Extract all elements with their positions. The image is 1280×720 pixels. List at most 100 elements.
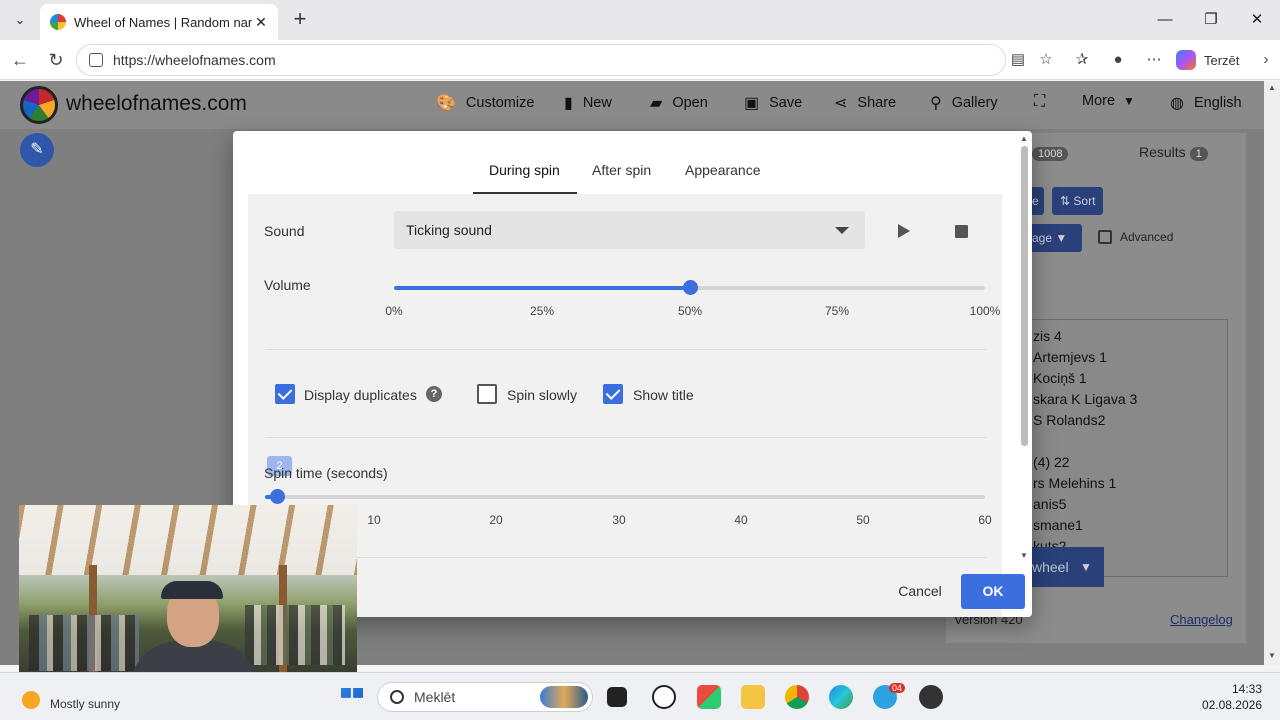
play-sound-icon[interactable] xyxy=(898,224,910,238)
weather-text[interactable]: Mostly sunny xyxy=(50,697,120,711)
back-icon[interactable]: ← xyxy=(8,48,32,72)
help-icon[interactable]: ? xyxy=(426,386,442,402)
close-window-icon[interactable]: ✕ xyxy=(1242,8,1272,32)
nav-open[interactable]: ▰ Open xyxy=(650,93,708,113)
edit-title-button[interactable]: ✎ xyxy=(20,133,54,167)
pencil-icon: ✎ xyxy=(30,141,44,158)
clock-time: 14:33 xyxy=(1231,682,1262,696)
names-textarea[interactable]: zis 4 Artemjevs 1 Kociņš 1 skara K Ligav… xyxy=(1022,319,1228,577)
nav-language[interactable]: ◍ English xyxy=(1170,93,1242,113)
windows-start-icon[interactable] xyxy=(341,688,363,698)
site-brand[interactable]: wheelofnames.com xyxy=(66,92,247,116)
nav-customize[interactable]: 🎨 Customize xyxy=(436,93,534,113)
profile-avatar-icon[interactable]: ● xyxy=(1108,50,1128,70)
tab-appearance[interactable]: Appearance xyxy=(685,162,761,178)
globe-icon: ◍ xyxy=(1170,95,1184,112)
nav-fullscreen[interactable]: ⛶ xyxy=(1034,93,1055,111)
nav-share[interactable]: ⋖ Share xyxy=(834,93,896,113)
wheel-menu-button[interactable]: ▼ xyxy=(1072,547,1104,587)
reading-view-icon[interactable]: ▤ xyxy=(1008,50,1028,70)
wheel-logo-icon[interactable] xyxy=(20,86,58,124)
tab-strip: ⌄ Wheel of Names | Random name p ✕ + — ❐… xyxy=(0,0,1280,40)
tab-after-spin[interactable]: After spin xyxy=(592,162,651,178)
minimize-icon[interactable]: — xyxy=(1150,8,1180,32)
reload-icon[interactable]: ↻ xyxy=(44,48,68,72)
clock-date: 02.08.2026 xyxy=(1201,698,1262,712)
copilot-icon xyxy=(1176,50,1196,70)
entries-count-badge[interactable]: 1008 xyxy=(1028,144,1069,161)
volume-tick: 75% xyxy=(824,304,850,318)
telegram-badge: 04 xyxy=(889,683,906,693)
taskbar-search[interactable]: Meklēt xyxy=(377,682,593,712)
save-icon: ▣ xyxy=(744,95,760,112)
browser-tab[interactable]: Wheel of Names | Random name p ✕ xyxy=(40,4,278,40)
obs-icon[interactable] xyxy=(919,685,943,709)
site-header: wheelofnames.com 🎨 Customize ▮ New ▰ Open ▣… xyxy=(0,81,1264,129)
edge-icon[interactable] xyxy=(829,685,853,709)
close-tab-icon[interactable]: ✕ xyxy=(252,14,270,31)
scroll-up-icon[interactable]: ▲ xyxy=(1268,83,1276,92)
favorite-star-icon[interactable]: ☆ xyxy=(1036,50,1056,70)
more-menu-icon[interactable]: ⋯ xyxy=(1144,50,1164,70)
chatgpt-icon[interactable] xyxy=(652,685,676,709)
ok-button[interactable]: OK xyxy=(961,574,1025,609)
add-image-button[interactable]: age ▼ xyxy=(1024,224,1082,252)
nav-new[interactable]: ▮ New xyxy=(564,93,612,113)
tab-during-spin[interactable]: During spin xyxy=(489,162,560,178)
volume-tick: 50% xyxy=(677,304,703,318)
dialog-scrollbar[interactable] xyxy=(1021,146,1028,446)
tab-results[interactable]: Results 1 xyxy=(1139,144,1208,161)
address-bar-row: ← ↻ https://wheelofnames.com ▤ ☆ ✰ ● ⋯ T… xyxy=(0,40,1280,80)
copilot-button[interactable]: Terzēt xyxy=(1176,46,1239,74)
spin-time-tick: 60 xyxy=(978,513,992,527)
sidebar-chevron-icon[interactable]: › xyxy=(1256,50,1276,70)
store-icon[interactable] xyxy=(697,685,721,709)
weather-sun-icon[interactable] xyxy=(22,691,40,709)
stop-sound-icon[interactable] xyxy=(955,225,968,238)
volume-slider-thumb[interactable] xyxy=(682,280,698,295)
folder-icon: ▰ xyxy=(650,95,663,112)
favorites-icon[interactable]: ✰ xyxy=(1072,50,1092,70)
spin-time-slider[interactable] xyxy=(265,495,985,499)
changelog-link[interactable]: Changelog xyxy=(1170,612,1233,627)
cancel-button[interactable]: Cancel xyxy=(889,574,951,609)
tab-list-chevron-icon[interactable]: ⌄ xyxy=(8,8,32,32)
scroll-up-icon[interactable]: ▲ xyxy=(1020,134,1028,143)
advanced-checkbox[interactable] xyxy=(1098,230,1112,244)
site-info-icon[interactable] xyxy=(89,53,103,67)
palette-icon: 🎨 xyxy=(436,95,456,112)
webcam-overlay xyxy=(19,505,357,695)
seated-audience xyxy=(29,615,139,671)
chevron-down-icon xyxy=(835,227,849,234)
list-item: Artemjevs 1 xyxy=(1033,349,1107,365)
file-explorer-icon[interactable] xyxy=(741,685,765,709)
advanced-label: Advanced xyxy=(1120,230,1174,244)
page-scrollbar[interactable]: ▲ ▼ xyxy=(1264,81,1280,665)
pavilion-roof xyxy=(19,505,357,575)
task-view-icon[interactable] xyxy=(607,687,627,707)
scroll-down-icon[interactable]: ▼ xyxy=(1268,651,1276,660)
sound-label: Sound xyxy=(264,223,305,239)
divider xyxy=(265,557,987,558)
volume-label: Volume xyxy=(264,277,311,293)
spin-time-slider-thumb[interactable] xyxy=(270,489,286,504)
restore-icon[interactable]: ❐ xyxy=(1196,8,1226,32)
tab-title: Wheel of Names | Random name p xyxy=(74,14,252,30)
system-clock[interactable]: 14:33 02.08.2026 xyxy=(1202,681,1262,713)
list-item: anis5 xyxy=(1033,496,1067,512)
seated-audience xyxy=(245,605,345,665)
sound-select[interactable]: Ticking sound xyxy=(394,211,865,249)
sort-button[interactable]: ⇅ Sort xyxy=(1052,187,1104,215)
new-tab-icon[interactable]: + xyxy=(288,8,312,32)
volume-slider-fill xyxy=(394,286,690,290)
spin-slowly-checkbox[interactable] xyxy=(477,384,497,404)
display-duplicates-checkbox[interactable] xyxy=(275,384,295,404)
show-title-checkbox[interactable] xyxy=(603,384,623,404)
list-item: zis 4 xyxy=(1033,328,1062,344)
nav-more[interactable]: More ▼ xyxy=(1082,93,1135,109)
nav-save[interactable]: ▣ Save xyxy=(744,93,802,113)
nav-gallery[interactable]: ⚲ Gallery xyxy=(930,93,998,113)
chrome-icon[interactable] xyxy=(785,685,809,709)
scroll-down-icon[interactable]: ▼ xyxy=(1020,551,1028,560)
address-bar[interactable]: https://wheelofnames.com xyxy=(76,44,1006,76)
